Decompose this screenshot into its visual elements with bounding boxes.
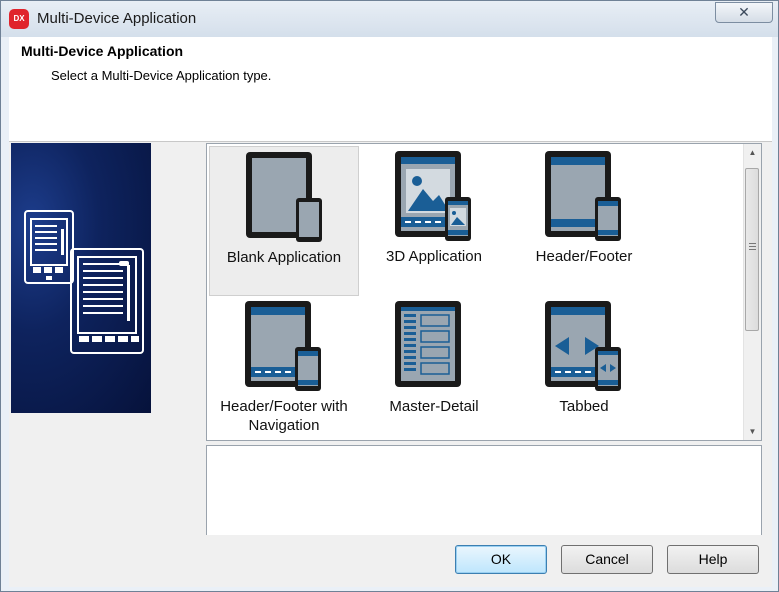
dialog-window: DX Multi-Device Application ✕ Multi-Devi… xyxy=(0,0,779,592)
devices-illustration-icon xyxy=(24,210,144,354)
header-panel: Multi-Device Application Select a Multi-… xyxy=(9,37,772,142)
tile-label: Tabbed xyxy=(559,398,609,415)
tile-label: 3D Application xyxy=(386,248,482,265)
window-title: Multi-Device Application xyxy=(37,10,197,27)
master-detail-icon xyxy=(395,301,461,387)
scroll-up-icon[interactable]: ▲ xyxy=(744,144,761,161)
tile-tabbed[interactable]: Tabbed xyxy=(509,296,659,440)
title-bar[interactable]: DX Multi-Device Application ✕ xyxy=(1,1,778,37)
gallery-scrollbar[interactable]: ▲ ▼ xyxy=(743,144,761,440)
blank-application-icon xyxy=(246,152,322,242)
tile-label: Blank Application xyxy=(226,249,342,266)
page-title: Multi-Device Application xyxy=(21,43,184,59)
tile-label: Master-Detail xyxy=(389,398,479,415)
tile-master-detail[interactable]: Master-Detail xyxy=(359,296,509,440)
tile-header-footer[interactable]: Header/Footer xyxy=(509,146,659,296)
page-subtitle: Select a Multi-Device Application type. xyxy=(51,68,272,83)
description-box xyxy=(206,445,762,535)
tile-label: Header/Footer with Navigation xyxy=(220,398,348,434)
cancel-button[interactable]: Cancel xyxy=(561,545,653,574)
tabbed-icon xyxy=(545,301,621,391)
tile-label: Header/Footer xyxy=(535,248,633,265)
application-type-gallery[interactable]: Blank Application 3D Application Header/… xyxy=(206,143,762,441)
app-icon: DX xyxy=(9,9,29,29)
scroll-down-icon[interactable]: ▼ xyxy=(744,423,761,440)
wizard-banner xyxy=(11,143,151,413)
header-footer-navigation-icon xyxy=(245,301,321,391)
help-button[interactable]: Help xyxy=(667,545,759,574)
close-button[interactable]: ✕ xyxy=(715,2,773,23)
tile-3d-application[interactable]: 3D Application xyxy=(359,146,509,296)
ok-button[interactable]: OK xyxy=(455,545,547,574)
header-footer-icon xyxy=(545,151,621,241)
3d-application-icon xyxy=(395,151,471,241)
tile-header-footer-navigation[interactable]: Header/Footer with Navigation xyxy=(209,296,359,440)
scroll-thumb[interactable] xyxy=(745,168,759,331)
tile-blank-application[interactable]: Blank Application xyxy=(209,146,359,296)
dialog-client: Multi-Device Application Select a Multi-… xyxy=(9,37,772,587)
grip-icon xyxy=(749,243,756,244)
